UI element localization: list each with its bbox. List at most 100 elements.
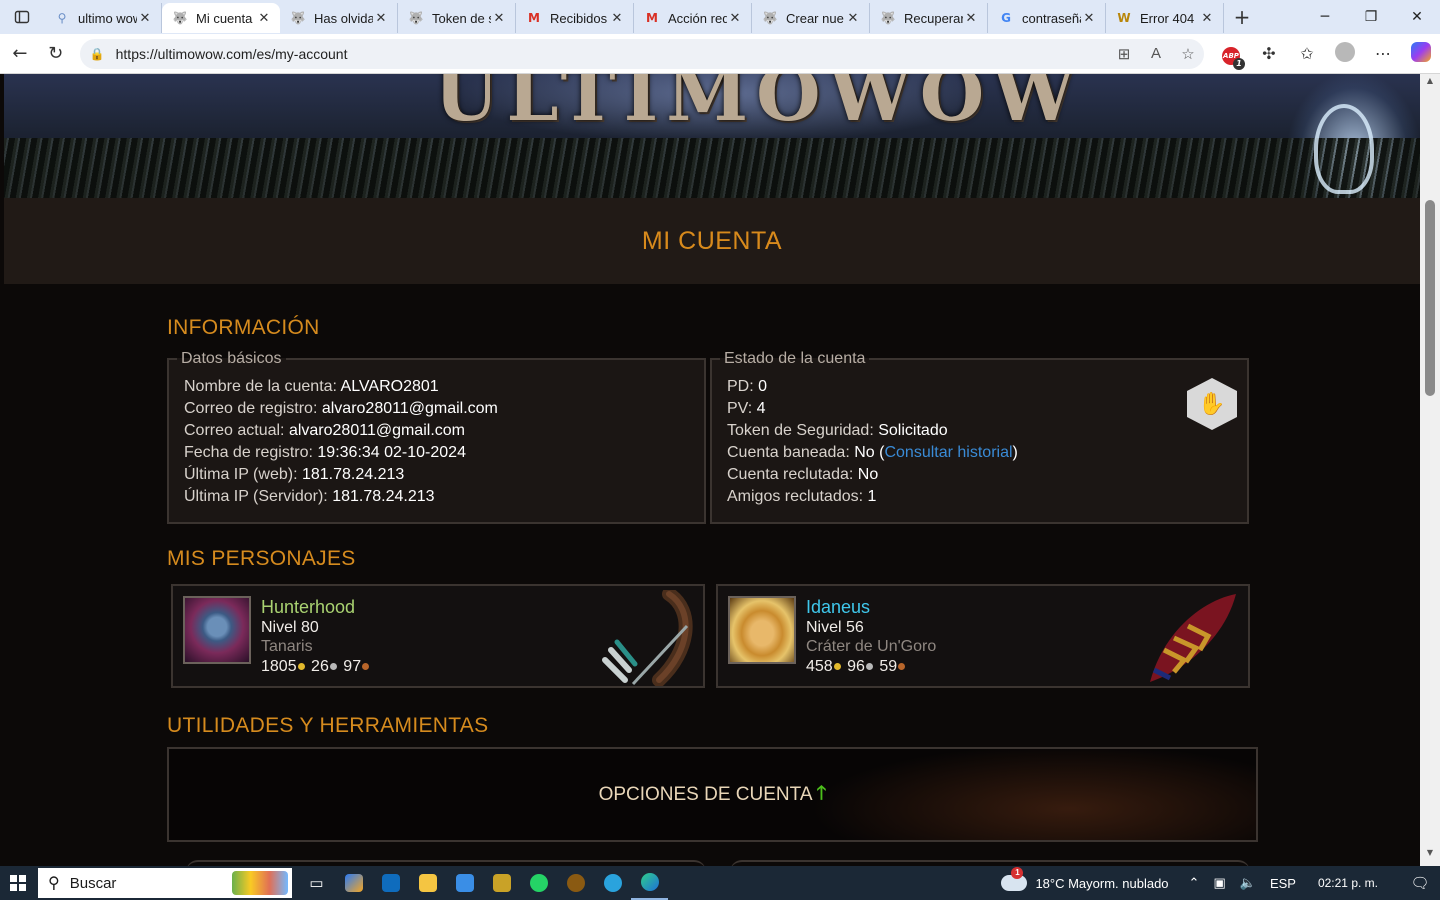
volume-icon[interactable]: 🔈: [1240, 875, 1256, 891]
outlook-icon[interactable]: [372, 866, 409, 900]
tab-title[interactable]: Acción req: [668, 11, 727, 26]
notifications-icon[interactable]: 🗨: [1400, 874, 1440, 892]
close-tab-icon[interactable]: ✕: [727, 11, 743, 26]
wolf-icon: 🐺: [408, 11, 424, 25]
file-explorer-icon[interactable]: [409, 866, 446, 900]
adblock-extension-button[interactable]: ABP 1: [1212, 43, 1250, 70]
browser-tab[interactable]: M Recibidos ✕: [516, 3, 634, 33]
whatsapp-icon[interactable]: [520, 866, 557, 900]
app-icon[interactable]: [483, 866, 520, 900]
favorite-star-icon[interactable]: ☆: [1172, 45, 1204, 63]
close-tab-icon[interactable]: ✕: [137, 11, 153, 26]
page-scrollbar[interactable]: ▲ ▼: [1420, 74, 1440, 866]
url-text[interactable]: https://ultimowow.com/es/my-account: [116, 46, 1108, 62]
character-money: 458 96 59: [806, 656, 936, 678]
cloud-icon: 1: [1001, 867, 1028, 891]
close-window-button[interactable]: ✕: [1394, 0, 1440, 34]
silver-amount: 96: [847, 658, 865, 675]
clock[interactable]: 02:21 p. m.: [1318, 876, 1378, 890]
weather-widget[interactable]: 1 18°C Mayorm. nublado: [1001, 867, 1169, 891]
wolf-icon: 🐺: [172, 11, 188, 25]
tab-title[interactable]: Recibidos: [550, 11, 609, 26]
site-logo[interactable]: ULTIMOWOW: [434, 74, 1083, 138]
wow-launcher-icon[interactable]: [557, 866, 594, 900]
browser-tab[interactable]: 🐺 Recuperar ✕: [870, 3, 988, 33]
character-card-hunterhood[interactable]: Hunterhood Nivel 80 Tanaris 1805 26 97: [171, 584, 705, 688]
scroll-up-icon[interactable]: ▲: [1420, 76, 1440, 92]
address-bar[interactable]: 🔒 https://ultimowow.com/es/my-account ⊞ …: [79, 38, 1204, 69]
taskbar-search[interactable]: ⚲ Buscar: [38, 868, 292, 898]
edge-browser-icon[interactable]: [631, 866, 668, 900]
tab-title[interactable]: Recuperar: [904, 11, 963, 26]
account-options-label[interactable]: OPCIONES DE CUENTA: [599, 784, 813, 806]
more-menu-icon[interactable]: ⋯: [1364, 44, 1402, 63]
browser-tab[interactable]: ⚲ ultimo wow ✕: [44, 3, 162, 33]
basic-data-value: 19:36:34 02-10-2024: [317, 444, 466, 461]
arrow-up-icon[interactable]: 🡑: [817, 779, 827, 811]
app-available-icon[interactable]: ⊞: [1108, 45, 1140, 63]
close-tab-icon[interactable]: ✕: [373, 11, 389, 26]
account-options-panel[interactable]: OPCIONES DE CUENTA 🡑: [167, 747, 1258, 842]
gold-coin-icon: [833, 663, 841, 671]
character-zone: Tanaris: [261, 638, 313, 655]
minimize-button[interactable]: ─: [1302, 0, 1348, 34]
store-icon[interactable]: [446, 866, 483, 900]
browser-tab[interactable]: 🐺 Has olvida ✕: [280, 3, 398, 33]
task-view-icon[interactable]: ▭: [298, 866, 335, 900]
language-indicator[interactable]: ESP: [1270, 876, 1296, 891]
gold-amount: 1805: [261, 658, 297, 675]
browser-tab[interactable]: M Acción req ✕: [634, 3, 752, 33]
browser-tab[interactable]: 🐺 Crear nue ✕: [752, 3, 870, 33]
browser-tab[interactable]: W Error 404 ✕: [1106, 3, 1224, 33]
site-info-icon[interactable]: 🔒: [90, 47, 108, 61]
refresh-button[interactable]: ↻: [38, 36, 74, 72]
copilot-button[interactable]: [1402, 41, 1440, 66]
close-tab-icon[interactable]: ✕: [256, 11, 272, 26]
back-button[interactable]: ←: [2, 36, 38, 72]
windows-taskbar: ⚲ Buscar ▭ 1 18°C Mayorm. nublado ⌃ ▣ 🔈 …: [0, 866, 1440, 900]
favorites-icon[interactable]: ✩: [1288, 44, 1326, 63]
character-zone: Cráter de Un'Goro: [806, 638, 937, 655]
section-heading-utilities: UTILIDADES Y HERRAMIENTAS: [167, 714, 489, 737]
new-tab-button[interactable]: +: [1224, 5, 1260, 29]
status-recruited-label: Cuenta reclutada:: [727, 466, 854, 483]
chevron-up-icon[interactable]: ⌃: [1189, 875, 1200, 891]
profile-button[interactable]: [1326, 41, 1364, 66]
search-icon: ⚲: [48, 875, 60, 892]
browser-tab[interactable]: 🐺 Token de s ✕: [398, 3, 516, 33]
browser-tab[interactable]: 🐺 Mi cuenta ✕: [162, 3, 280, 33]
tab-title[interactable]: Token de s: [432, 11, 491, 26]
copilot-taskbar-icon[interactable]: [335, 866, 372, 900]
tab-title[interactable]: contraseña: [1022, 11, 1081, 26]
scroll-down-icon[interactable]: ▼: [1420, 848, 1440, 864]
status-token-row: Token de Seguridad: Solicitado: [727, 420, 1247, 442]
network-icon[interactable]: ▣: [1213, 875, 1225, 891]
character-name[interactable]: Idaneus: [806, 596, 936, 618]
character-name[interactable]: Hunterhood: [261, 596, 371, 618]
close-tab-icon[interactable]: ✕: [609, 11, 625, 26]
tab-title[interactable]: Error 404: [1140, 11, 1199, 26]
restore-button[interactable]: ❐: [1348, 0, 1394, 34]
read-aloud-icon[interactable]: A: [1140, 45, 1172, 62]
close-tab-icon[interactable]: ✕: [491, 11, 507, 26]
character-card-idaneus[interactable]: Idaneus Nivel 56 Cráter de Un'Goro 458 9…: [716, 584, 1250, 688]
extensions-icon[interactable]: ✣: [1250, 44, 1288, 63]
start-button[interactable]: [0, 866, 36, 900]
view-ban-history-link[interactable]: Consultar historial: [884, 444, 1012, 461]
character-level: Nivel 80: [261, 619, 319, 636]
browser-tab[interactable]: Gcontraseña ✕: [988, 3, 1106, 33]
tab-title[interactable]: Mi cuenta: [196, 11, 256, 26]
close-tab-icon[interactable]: ✕: [1199, 11, 1215, 26]
tab-actions-button[interactable]: [0, 0, 44, 34]
telegram-icon[interactable]: [594, 866, 631, 900]
paren-close: ): [1012, 444, 1018, 461]
close-tab-icon[interactable]: ✕: [1081, 11, 1097, 26]
close-tab-icon[interactable]: ✕: [963, 11, 979, 26]
tab-title[interactable]: Crear nue: [786, 11, 845, 26]
close-tab-icon[interactable]: ✕: [845, 11, 861, 26]
scrollbar-thumb[interactable]: [1425, 200, 1435, 396]
tab-title[interactable]: Has olvida: [314, 11, 373, 26]
tab-title[interactable]: ultimo wow: [78, 11, 137, 26]
basic-data-box: Datos básicos Nombre de la cuenta: ALVAR…: [167, 350, 706, 524]
hunter-bow-icon: [602, 590, 693, 686]
